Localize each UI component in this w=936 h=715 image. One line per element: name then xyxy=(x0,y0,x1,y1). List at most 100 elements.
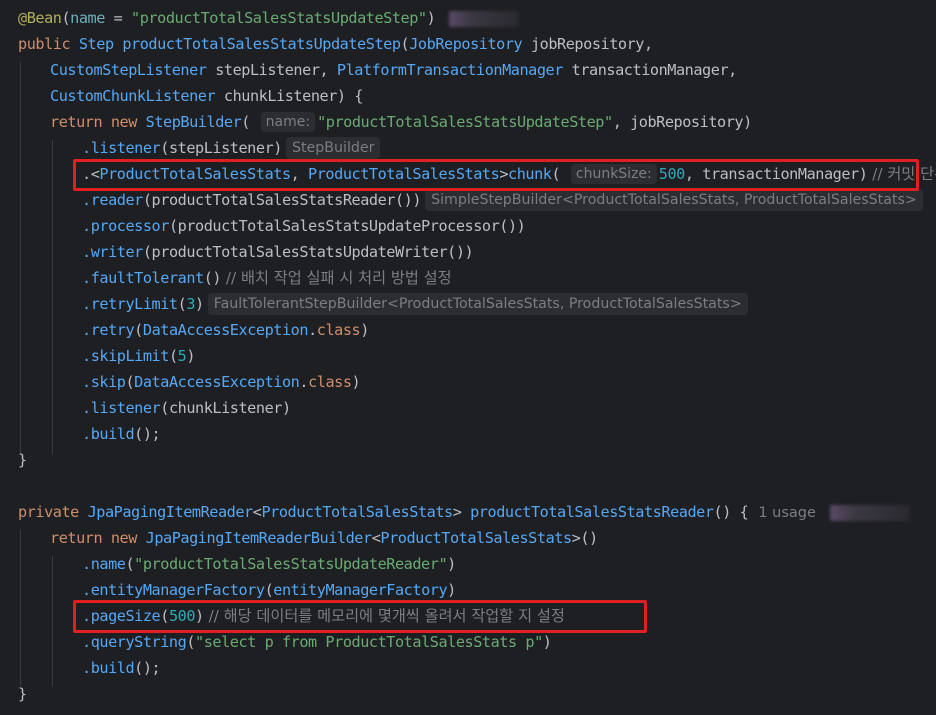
paren-token: ) xyxy=(360,321,369,339)
type-token: ProductTotalSalesStats xyxy=(261,503,453,521)
field-token: entityManagerFactory xyxy=(273,581,448,599)
indent-guide xyxy=(52,556,53,686)
paren-token: ( xyxy=(125,373,135,391)
method-token: .build xyxy=(82,659,135,677)
type-hint: StepBuilder xyxy=(285,137,381,159)
indent-guide xyxy=(20,530,21,686)
arg-token: () xyxy=(203,269,222,287)
keyword-token: class xyxy=(316,321,361,339)
brace-token: } xyxy=(18,451,27,469)
type-hint: SimpleStepBuilder<ProductTotalSalesStats… xyxy=(425,189,923,211)
code-line-22: .name("productTotalSalesStatsUpdateReade… xyxy=(82,551,456,577)
code-line-5: return new StepBuilder( name: "productTot… xyxy=(50,109,752,135)
annotation-token: @Bean xyxy=(18,9,62,27)
type-hint: FaultTolerantStepBuilder<ProductTotalSal… xyxy=(207,293,748,315)
method-token: .skip xyxy=(82,373,126,391)
type-token: DataAccessException xyxy=(142,321,309,339)
op-token: . xyxy=(299,373,309,391)
code-line-21: return new JpaPagingItemReaderBuilder<Pr… xyxy=(50,525,598,551)
string-token: "productTotalSalesStatsUpdateReader" xyxy=(134,555,448,573)
code-line-4: CustomChunkListener chunkListener) { xyxy=(50,83,363,109)
paren-token: ( xyxy=(134,321,143,339)
code-line-10: .writer(productTotalSalesStatsUpdateWrit… xyxy=(82,239,474,265)
parameter-hint: name: xyxy=(260,112,316,132)
method-token: .writer xyxy=(82,243,143,261)
method-token: .processor xyxy=(82,217,169,235)
param-token: , jobRepository) xyxy=(612,113,753,131)
paren-token: ) xyxy=(447,555,456,573)
code-line-12: .retryLimit(3) FaultTolerantStepBuilder<P… xyxy=(82,291,748,317)
blurred-redaction xyxy=(829,504,910,521)
string-token: "productTotalSalesStatsUpdateStep" xyxy=(131,9,427,27)
method-name-token: productTotalSalesStatsUpdateStep xyxy=(122,35,401,53)
type-token: JpaPagingItemReader xyxy=(87,503,254,521)
code-editor[interactable]: @Bean(name = "productTotalSalesStatsUpda… xyxy=(0,0,936,715)
comment-token: // 배치 작업 실패 시 처리 방법 설정 xyxy=(221,269,452,287)
method-token: .queryString xyxy=(82,633,187,651)
param-token: transactionManager, xyxy=(562,61,738,79)
highlight-box-chunk xyxy=(73,159,919,191)
method-token: .entityManagerFactory xyxy=(82,581,265,599)
keyword-token: return new xyxy=(50,529,146,547)
method-token: .listener xyxy=(82,399,161,417)
param-token: chunkListener) { xyxy=(215,87,364,105)
op-token: . xyxy=(308,321,317,339)
string-token: "productTotalSalesStatsUpdateStep" xyxy=(317,113,613,131)
paren-token: ( xyxy=(125,555,135,573)
code-line-11: .faultTolerant() // 배치 작업 실패 시 처리 방법 설정 xyxy=(82,265,452,291)
code-line-15: .skip(DataAccessException.class) xyxy=(82,369,361,395)
arg-token: (productTotalSalesStatsUpdateProcessor()… xyxy=(168,217,526,235)
method-token: .listener xyxy=(82,139,161,157)
code-line-17: .build(); xyxy=(82,421,161,447)
code-line-16: .listener(chunkListener) xyxy=(82,395,291,421)
paren-token: ) xyxy=(542,633,552,651)
indent-guide xyxy=(52,140,53,454)
type-token: CustomStepListener xyxy=(50,61,207,79)
method-token: .build xyxy=(82,425,135,443)
keyword-token: class xyxy=(308,373,352,391)
brace-token: } xyxy=(18,685,27,703)
op-token: = xyxy=(104,9,132,27)
paren-token: ) xyxy=(195,295,204,313)
paren-token: ( xyxy=(400,35,410,53)
op-token: > xyxy=(452,503,471,521)
paren-token: ( xyxy=(241,113,259,131)
code-line-2: public Step productTotalSalesStatsUpdate… xyxy=(18,31,653,57)
type-token: JpaPagingItemReaderBuilder xyxy=(145,529,372,547)
method-token: .retry xyxy=(82,321,135,339)
paren-token: ( xyxy=(264,581,274,599)
usage-hint[interactable]: 1 usage xyxy=(758,505,816,521)
highlight-box-pagesize xyxy=(73,600,647,633)
type-token: CustomChunkListener xyxy=(50,87,216,105)
type-token: JobRepository xyxy=(409,35,523,53)
arg-token: (productTotalSalesStatsUpdateWriter()) xyxy=(142,243,474,261)
paren-token: () { xyxy=(713,503,749,521)
code-line-9: .processor(productTotalSalesStatsUpdateP… xyxy=(82,213,526,239)
code-line-18: } xyxy=(18,447,27,473)
paren-token: ) xyxy=(351,373,361,391)
paren-token: ) xyxy=(447,581,456,599)
paren-token: ( xyxy=(186,633,196,651)
method-token: .name xyxy=(82,555,126,573)
code-line-6: .listener(stepListener) StepBuilder xyxy=(82,135,381,161)
type-token: PlatformTransactionManager xyxy=(336,61,563,79)
code-line-26: .build(); xyxy=(82,655,161,681)
paren-token: ( xyxy=(168,347,178,365)
paren-token: ( xyxy=(61,9,71,27)
keyword-token: public xyxy=(18,35,79,53)
arg-token: (); xyxy=(134,659,161,677)
indent-guide xyxy=(20,62,21,454)
arg-token: (stepListener) xyxy=(160,139,282,157)
paren-token: ) xyxy=(186,347,196,365)
code-line-13: .retry(DataAccessException.class) xyxy=(82,317,369,343)
code-line-1: @Bean(name = "productTotalSalesStatsUpda… xyxy=(18,5,520,31)
method-token: .faultTolerant xyxy=(82,269,204,287)
string-token: "select p from ProductTotalSalesStats p" xyxy=(195,633,543,651)
method-token: .reader xyxy=(82,191,143,209)
method-token: .retryLimit xyxy=(82,295,178,313)
code-line-14: .skipLimit(5) xyxy=(82,343,195,369)
param-token: jobRepository, xyxy=(522,35,653,53)
arg-token: (); xyxy=(134,425,161,443)
number-token: 3 xyxy=(186,295,196,313)
paren-token: >() xyxy=(571,529,599,547)
